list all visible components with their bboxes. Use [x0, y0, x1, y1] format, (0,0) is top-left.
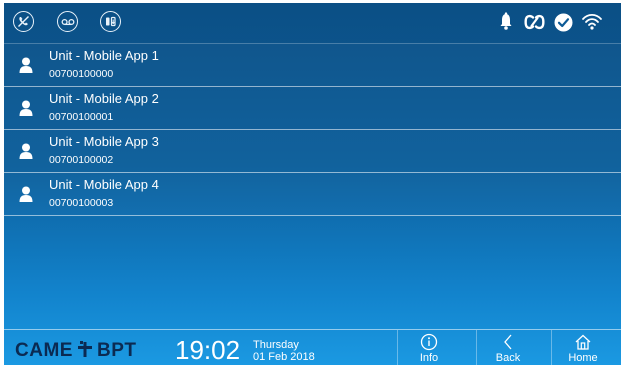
door-icon[interactable]: [100, 11, 121, 32]
back-label: Back: [495, 352, 521, 364]
link-icon[interactable]: [524, 14, 545, 35]
home-label: Home: [568, 352, 598, 364]
contact-row[interactable]: Unit - Mobile App 4 00700100003: [4, 173, 621, 216]
contact-number: 00700100002: [49, 154, 114, 166]
contact-list: Unit - Mobile App 1 00700100000 Unit - M…: [4, 44, 621, 216]
contact-number: 00700100003: [49, 197, 114, 209]
contact-row[interactable]: Unit - Mobile App 3 00700100002: [4, 130, 621, 173]
brand-came: CAME: [15, 340, 73, 361]
brand-mark-icon: [77, 340, 93, 364]
status-bar: [4, 3, 621, 44]
person-icon: [19, 57, 33, 78]
contact-name: Unit - Mobile App 1: [49, 48, 159, 63]
back-button[interactable]: Back: [476, 330, 539, 365]
clock-time: 19:02: [175, 335, 241, 365]
home-button[interactable]: Home: [551, 330, 614, 365]
person-icon: [19, 143, 33, 164]
wifi-icon[interactable]: [581, 11, 603, 36]
info-label: Info: [419, 352, 439, 364]
contact-name: Unit - Mobile App 3: [49, 134, 159, 149]
contact-name: Unit - Mobile App 2: [49, 91, 159, 106]
bell-icon[interactable]: [500, 12, 512, 36]
person-icon: [19, 186, 33, 207]
contact-name: Unit - Mobile App 4: [49, 177, 159, 192]
bottom-bar: CAME BPT 19:02 Thursday 01 Feb 2018 Info…: [4, 329, 621, 365]
contact-number: 00700100000: [49, 68, 114, 80]
contact-row[interactable]: Unit - Mobile App 1 00700100000: [4, 44, 621, 87]
clock-day: Thursday: [253, 339, 299, 351]
mute-ringer-icon[interactable]: [13, 11, 34, 32]
contact-number: 00700100001: [49, 111, 114, 123]
intercom-screen: Unit - Mobile App 1 00700100000 Unit - M…: [4, 3, 621, 365]
info-button[interactable]: Info: [397, 330, 460, 365]
person-icon: [19, 100, 33, 121]
check-circle-icon[interactable]: [554, 13, 573, 37]
voicemail-icon[interactable]: [57, 11, 78, 32]
brand-bpt: BPT: [97, 340, 137, 361]
clock-date: 01 Feb 2018: [253, 351, 315, 363]
contact-row[interactable]: Unit - Mobile App 2 00700100001: [4, 87, 621, 130]
